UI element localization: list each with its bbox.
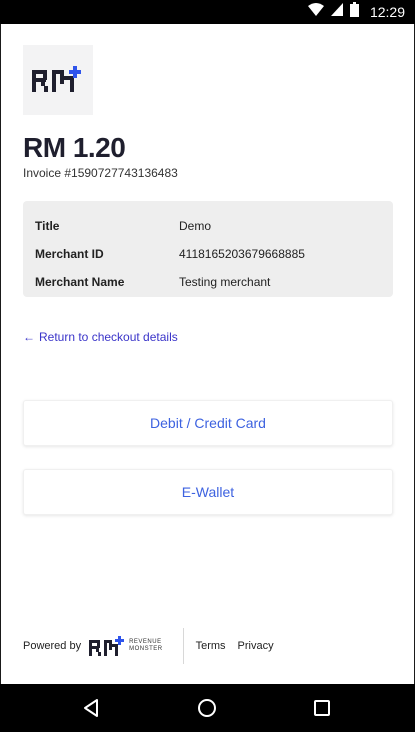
wallet-button-label: E-Wallet — [181, 484, 235, 500]
order-details-panel: Title Demo Merchant ID 41181652036796688… — [23, 201, 393, 297]
recents-icon[interactable] — [310, 696, 334, 720]
card-button-label: Debit / Credit Card — [150, 415, 266, 431]
return-to-checkout-link[interactable]: ← Return to checkout details — [23, 330, 178, 344]
powered-by-label: Powered by — [23, 640, 82, 652]
battery-icon — [349, 2, 359, 22]
rm-brand-logo-icon — [89, 636, 125, 656]
brand-line-1: REVENUE — [129, 639, 162, 645]
arrow-left-icon: ← — [23, 330, 35, 344]
footer: Powered by REVENUE MONSTER Terms Privacy — [23, 628, 274, 664]
detail-value: Testing merchant — [179, 275, 271, 289]
detail-row-title: Title Demo — [23, 212, 393, 240]
debit-credit-card-button[interactable]: Debit / Credit Card — [23, 400, 393, 446]
merchant-logo — [23, 45, 93, 115]
brand-wordmark: REVENUE MONSTER — [129, 639, 163, 653]
back-icon[interactable] — [79, 696, 103, 720]
e-wallet-button[interactable]: E-Wallet — [23, 469, 393, 515]
brand-line-2: MONSTER — [129, 646, 163, 652]
payment-amount: RM 1.20 — [23, 132, 126, 163]
home-icon[interactable] — [195, 696, 219, 720]
revenue-monster-brand: REVENUE MONSTER — [89, 628, 184, 664]
checkout-screen: RM 1.20 Invoice #1590727743136483 Title … — [0, 24, 415, 684]
status-icons: 12:29 — [307, 2, 405, 22]
detail-value: 4118165203679668885 — [179, 247, 305, 261]
android-nav-bar — [0, 684, 415, 732]
invoice-number: Invoice #1590727743136483 — [23, 166, 178, 180]
rm-logo-icon — [32, 66, 81, 92]
detail-key: Merchant ID — [35, 247, 104, 261]
detail-key: Title — [35, 219, 60, 233]
terms-link[interactable]: Terms — [196, 640, 226, 652]
detail-row-merchant-id: Merchant ID 4118165203679668885 — [23, 240, 393, 268]
wifi-icon — [307, 3, 324, 21]
detail-row-merchant-name: Merchant Name Testing merchant — [23, 268, 393, 296]
return-link-label: Return to checkout details — [39, 330, 178, 344]
privacy-link[interactable]: Privacy — [238, 640, 274, 652]
signal-icon — [330, 3, 343, 21]
detail-key: Merchant Name — [35, 275, 125, 289]
status-bar: 12:29 — [0, 0, 415, 24]
status-time: 12:29 — [369, 4, 405, 20]
detail-value: Demo — [179, 219, 212, 233]
